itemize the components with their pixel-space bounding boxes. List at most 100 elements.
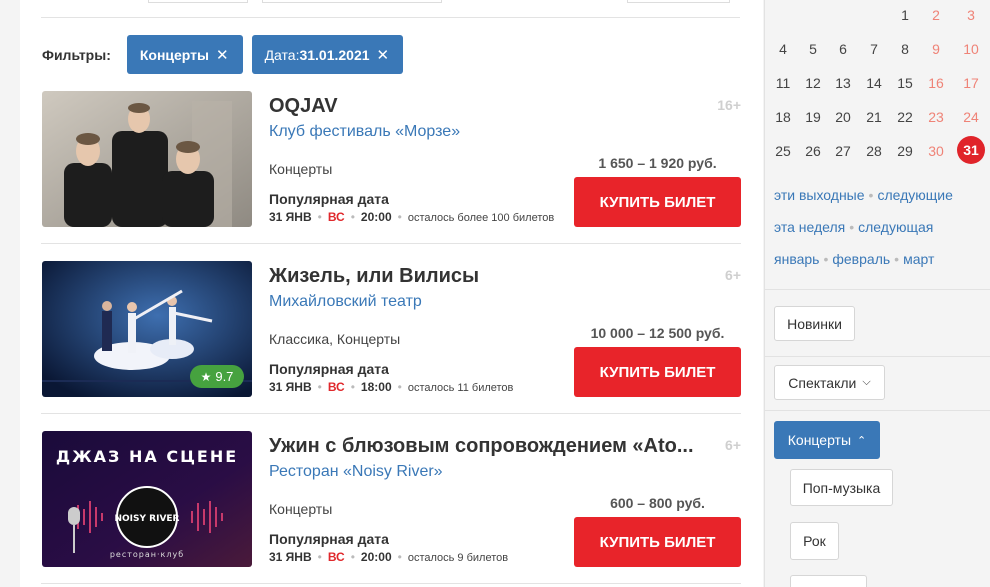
filter-chip-date[interactable]: Дата: 31.01.2021 ✕: [251, 35, 404, 74]
chevron-down-icon: ⌵: [862, 376, 871, 388]
calendar-day[interactable]: 28: [859, 143, 889, 159]
buy-ticket-button[interactable]: КУПИТЬ БИЛЕТ: [574, 517, 741, 567]
calendar-day[interactable]: 1: [890, 7, 920, 23]
calendar-day[interactable]: 13: [828, 75, 858, 91]
event-title[interactable]: Ужин с блюзовым сопровождением «Ato...: [269, 435, 694, 458]
event-weekday: ВС: [327, 210, 345, 224]
calendar-day[interactable]: 6: [828, 41, 858, 57]
close-icon[interactable]: ✕: [377, 46, 390, 64]
event-venue-link[interactable]: Михайловский театр: [269, 293, 422, 311]
events-list: Фильтры: Концерты ✕ Дата: 31.01.2021 ✕ O…: [20, 0, 763, 587]
new-button[interactable]: Новинки: [774, 306, 855, 341]
calendar-day[interactable]: 23: [921, 109, 951, 125]
chevron-up-icon: ⌃: [857, 434, 867, 447]
event-card: ДЖАЗ НА СЦЕНЕ NOISY RIVER ресторан·клуб …: [42, 431, 741, 567]
popular-date-label: Популярная дата: [269, 191, 389, 207]
filters-bar: Фильтры: Концерты ✕ Дата: 31.01.2021 ✕: [42, 35, 412, 74]
calendar-day[interactable]: 27: [828, 143, 858, 159]
link-january[interactable]: январь: [774, 251, 819, 267]
event-genre: Классика, Концерты: [269, 331, 401, 347]
calendar-day[interactable]: 8: [890, 41, 920, 57]
event-genre: Концерты: [269, 161, 333, 177]
link-march[interactable]: март: [903, 251, 934, 267]
calendar-day[interactable]: 22: [890, 109, 920, 125]
event-image[interactable]: [42, 91, 252, 227]
calendar-day[interactable]: 20: [828, 109, 858, 125]
calendar-day[interactable]: 30: [921, 143, 951, 159]
calendar-day[interactable]: 9: [921, 41, 951, 57]
quick-links-weekend: эти выходные • следующие: [774, 187, 953, 203]
rating-value: 9.7: [215, 369, 234, 384]
calendar-day[interactable]: 5: [798, 41, 828, 57]
filter-chip-concerts[interactable]: Концерты ✕: [126, 35, 243, 74]
event-venue-link[interactable]: Клуб фестиваль «Морзе»: [269, 123, 460, 141]
tickets-left: осталось 11 билетов: [407, 382, 514, 394]
shows-label: Спектакли: [788, 374, 857, 391]
link-february[interactable]: февраль: [832, 251, 890, 267]
calendar-day[interactable]: 18: [768, 109, 798, 125]
concerts-dropdown[interactable]: Концерты ⌃: [774, 421, 880, 459]
link-this-week[interactable]: эта неделя: [774, 219, 845, 235]
age-badge: 16+: [717, 97, 741, 113]
event-time: 20:00: [360, 210, 392, 224]
subcategory-next[interactable]: [790, 575, 867, 587]
calendar-day[interactable]: 2: [921, 7, 951, 23]
star-icon: ★: [200, 369, 212, 384]
event-card: OQJAV Клуб фестиваль «Морзе» 16+ Концерт…: [42, 91, 741, 227]
view-control-stub[interactable]: [262, 0, 442, 3]
calendar-day[interactable]: 10: [956, 41, 986, 57]
calendar-day[interactable]: 4: [768, 41, 798, 57]
link-this-weekend[interactable]: эти выходные: [774, 187, 865, 203]
calendar-day[interactable]: 25: [768, 143, 798, 159]
event-datetime: 31 ЯНВ • ВС • 18:00 • осталось 11 билетов: [269, 380, 514, 394]
calendar-day[interactable]: 24: [956, 109, 986, 125]
divider: [765, 410, 990, 411]
filter-chip-prefix: Дата:: [264, 46, 300, 63]
subcategory-pop[interactable]: Поп-музыка: [790, 469, 893, 506]
filters-label: Фильтры:: [42, 46, 111, 63]
divider: [765, 356, 990, 357]
poster-subtitle: ресторан·клуб: [110, 550, 184, 559]
calendar-day[interactable]: 12: [798, 75, 828, 91]
calendar-day[interactable]: 29: [890, 143, 920, 159]
calendar-day[interactable]: 3: [956, 7, 986, 23]
divider: [41, 243, 741, 244]
calendar-day[interactable]: 16: [921, 75, 951, 91]
buy-ticket-button[interactable]: КУПИТЬ БИЛЕТ: [574, 347, 741, 397]
calendar-day[interactable]: 26: [798, 143, 828, 159]
shows-dropdown[interactable]: Спектакли ⌵: [774, 365, 885, 400]
subcategory-rock[interactable]: Рок: [790, 522, 839, 560]
rating-badge: ★ 9.7: [190, 365, 244, 388]
quick-links-week: эта неделя • следующая: [774, 219, 934, 235]
calendar-day[interactable]: 7: [859, 41, 889, 57]
extra-control-stub[interactable]: [627, 0, 730, 3]
filter-chip-value: 31.01.2021: [299, 46, 370, 63]
sort-control-stub[interactable]: [148, 0, 248, 3]
buy-ticket-button[interactable]: КУПИТЬ БИЛЕТ: [574, 177, 741, 227]
calendar-day[interactable]: 17: [956, 75, 986, 91]
calendar-day[interactable]: 21: [859, 109, 889, 125]
link-next-weekend[interactable]: следующие: [877, 187, 952, 203]
event-venue-link[interactable]: Ресторан «Noisy River»: [269, 463, 443, 481]
event-date: 31 ЯНВ: [269, 380, 312, 394]
calendar-day[interactable]: 31: [957, 136, 985, 164]
concerts-label: Концерты: [787, 432, 852, 448]
event-genre: Концерты: [269, 501, 333, 517]
quick-links-months: январь • февраль • март: [774, 251, 935, 267]
calendar-day[interactable]: 11: [768, 75, 798, 91]
event-datetime: 31 ЯНВ • ВС • 20:00 • осталось 9 билетов: [269, 550, 509, 564]
tickets-left: осталось 9 билетов: [407, 552, 509, 564]
event-datetime: 31 ЯНВ • ВС • 20:00 • осталось более 100 билет…: [269, 210, 555, 224]
poster-logo: NOISY RIVER: [115, 514, 180, 524]
event-image[interactable]: ДЖАЗ НА СЦЕНЕ NOISY RIVER ресторан·клуб: [42, 431, 252, 567]
divider: [765, 289, 990, 290]
event-title[interactable]: OQJAV: [269, 95, 338, 118]
calendar-day[interactable]: 19: [798, 109, 828, 125]
divider: [41, 583, 741, 584]
calendar-day[interactable]: 14: [859, 75, 889, 91]
link-next-week[interactable]: следующая: [858, 219, 933, 235]
close-icon[interactable]: ✕: [216, 46, 229, 64]
age-badge: 6+: [725, 437, 741, 453]
event-title[interactable]: Жизель, или Вилисы: [269, 265, 479, 288]
calendar-day[interactable]: 15: [890, 75, 920, 91]
